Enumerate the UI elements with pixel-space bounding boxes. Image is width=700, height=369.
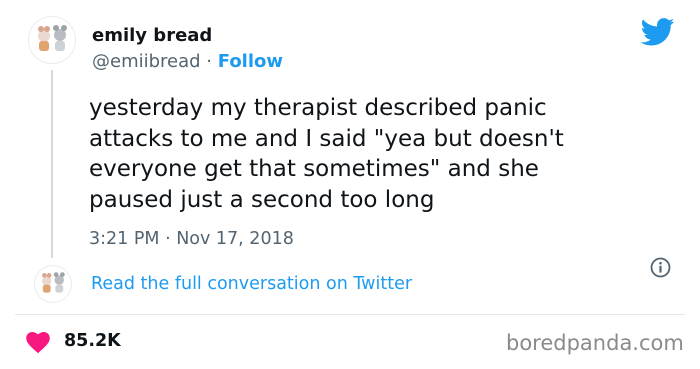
read-conversation-link[interactable]: Read the full conversation on Twitter xyxy=(91,274,412,294)
reply-avatar[interactable] xyxy=(34,265,72,303)
like-count[interactable]: 85.2K xyxy=(64,331,121,351)
watermark: boredpanda.com xyxy=(506,331,684,355)
tweet-text: yesterday my therapist described panic a… xyxy=(89,95,564,213)
author-name[interactable]: emily bread xyxy=(92,25,212,46)
tweet-timestamp[interactable]: 3:21 PM · Nov 17, 2018 xyxy=(89,229,294,249)
handle-row: @emiibread · Follow xyxy=(92,51,283,72)
separator-dot: · xyxy=(200,51,218,72)
follow-button[interactable]: Follow xyxy=(218,51,283,72)
thread-line xyxy=(51,70,53,258)
twitter-bird-icon[interactable] xyxy=(640,18,675,50)
author-handle[interactable]: @emiibread xyxy=(92,51,201,72)
author-avatar[interactable] xyxy=(28,16,76,64)
heart-icon[interactable] xyxy=(26,332,50,358)
divider xyxy=(15,314,685,315)
info-icon[interactable] xyxy=(650,257,671,282)
